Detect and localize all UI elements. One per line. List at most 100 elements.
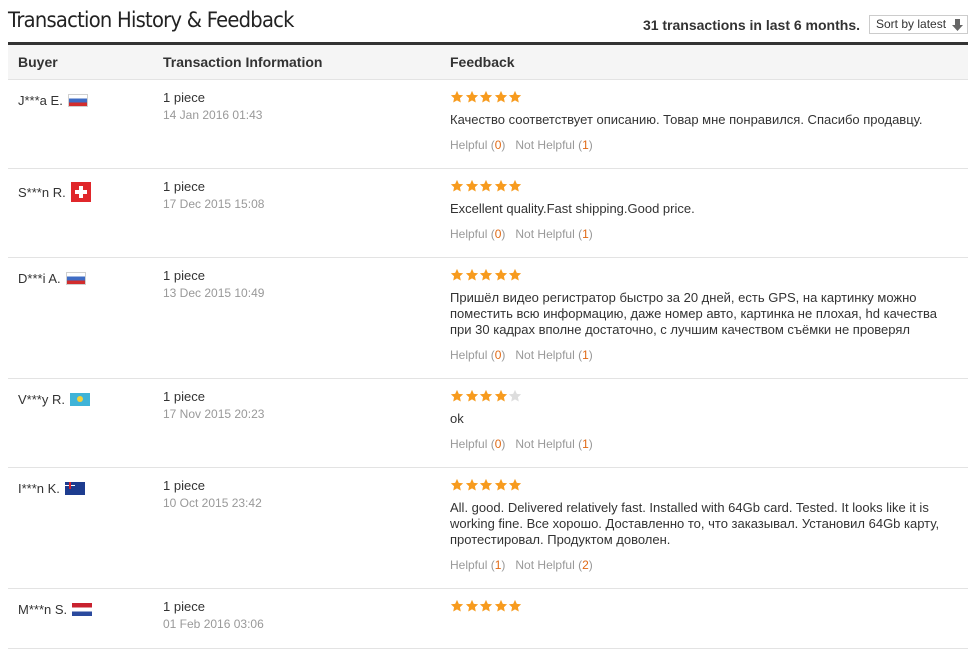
feedback-cell: [450, 599, 960, 615]
not-helpful-count: 1: [582, 348, 589, 362]
star-filled-icon: [509, 90, 522, 103]
helpful-count: 0: [494, 437, 502, 451]
helpful-link[interactable]: Helpful (0): [450, 138, 505, 152]
transaction-info-cell: 1 piece 14 Jan 2016 01:43: [163, 90, 262, 124]
star-filled-icon: [509, 179, 522, 192]
transaction-date: 14 Jan 2016 01:43: [163, 108, 263, 122]
star-filled-icon: [465, 90, 478, 103]
quantity: 1 piece: [163, 599, 205, 614]
buyer-cell: D***i A.: [18, 271, 86, 286]
feedback-votes: Helpful (1) Not Helpful (2): [450, 558, 960, 572]
feedback-votes: Helpful (0) Not Helpful (1): [450, 227, 960, 241]
table-row: S***n R. 1 piece 17 Dec 2015 15:08 Excellen…: [8, 169, 968, 258]
star-rating: [450, 599, 960, 615]
country-flag-icon: [67, 94, 88, 107]
feedback-cell: Пришёл видео регистратор быстро за 20 дн…: [450, 268, 960, 362]
star-filled-icon: [480, 90, 493, 103]
star-filled-icon: [465, 478, 478, 491]
table-row: M***n S. 1 piece 01 Feb 2016 03:06: [8, 589, 968, 649]
feedback-text: All. good. Delivered relatively fast. In…: [450, 500, 940, 547]
feedback-votes: Helpful (0) Not Helpful (1): [450, 437, 960, 451]
buyer-cell: J***a E.: [18, 93, 88, 108]
star-filled-icon: [465, 268, 478, 281]
not-helpful-count: 1: [582, 437, 589, 451]
helpful-link[interactable]: Helpful (1): [450, 558, 505, 572]
star-filled-icon: [480, 389, 493, 402]
table-row: J***a E. 1 piece 14 Jan 2016 01:43 Качество…: [8, 80, 968, 169]
star-filled-icon: [480, 599, 493, 612]
transaction-info-cell: 1 piece 17 Dec 2015 15:08: [163, 179, 264, 213]
transaction-info-cell: 1 piece 01 Feb 2016 03:06: [163, 599, 264, 633]
quantity: 1 piece: [163, 268, 205, 283]
star-filled-icon: [450, 268, 464, 281]
table-header: Buyer Transaction Information Feedback: [8, 45, 968, 80]
not-helpful-count: 1: [582, 138, 589, 152]
star-filled-icon: [494, 268, 507, 281]
column-header-transaction-info: Transaction Information: [163, 54, 323, 70]
star-filled-icon: [494, 90, 507, 103]
buyer-cell: S***n R.: [18, 182, 91, 202]
star-filled-icon: [450, 389, 464, 402]
not-helpful-label: Not Helpful: [515, 138, 575, 152]
not-helpful-label: Not Helpful: [515, 227, 575, 241]
star-filled-icon: [450, 599, 464, 612]
feedback-text: Качество соответствует описанию. Товар м…: [450, 112, 923, 127]
feedback-text: Пришёл видео регистратор быстро за 20 дн…: [450, 290, 937, 337]
quantity: 1 piece: [163, 478, 205, 493]
transaction-date: 01 Feb 2016 03:06: [163, 617, 264, 631]
helpful-label: Helpful: [450, 348, 488, 362]
not-helpful-link[interactable]: Not Helpful (2): [515, 558, 592, 572]
helpful-label: Helpful: [450, 138, 488, 152]
not-helpful-label: Not Helpful: [515, 437, 575, 451]
buyer-cell: I***n K.: [18, 481, 85, 496]
transaction-info-cell: 1 piece 17 Nov 2015 20:23: [163, 389, 264, 423]
buyer-name: I***n K.: [18, 481, 60, 496]
feedback-votes: Helpful (0) Not Helpful (1): [450, 348, 960, 362]
column-header-feedback: Feedback: [450, 54, 515, 70]
helpful-link[interactable]: Helpful (0): [450, 227, 505, 241]
star-filled-icon: [465, 179, 478, 192]
page-header: Transaction History & Feedback 31 transa…: [8, 0, 968, 42]
star-filled-icon: [480, 268, 493, 281]
quantity: 1 piece: [163, 179, 205, 194]
helpful-label: Helpful: [450, 437, 488, 451]
sort-button-label: Sort by latest: [876, 17, 947, 31]
helpful-link[interactable]: Helpful (0): [450, 437, 505, 451]
not-helpful-link[interactable]: Not Helpful (1): [515, 138, 592, 152]
star-filled-icon: [509, 478, 522, 491]
transaction-date: 10 Oct 2015 23:42: [163, 496, 262, 510]
star-filled-icon: [509, 268, 522, 281]
feedback-votes: Helpful (0) Not Helpful (1): [450, 138, 960, 152]
star-filled-icon: [450, 478, 464, 491]
not-helpful-label: Not Helpful: [515, 558, 575, 572]
buyer-name: J***a E.: [18, 93, 63, 108]
country-flag-icon: [70, 182, 91, 202]
arrow-down-icon: [952, 19, 963, 31]
helpful-link[interactable]: Helpful (0): [450, 348, 505, 362]
transaction-date: 13 Dec 2015 10:49: [163, 286, 265, 300]
feedback-list: J***a E. 1 piece 14 Jan 2016 01:43 Качество…: [8, 80, 968, 649]
buyer-cell: V***y R.: [18, 392, 90, 407]
not-helpful-link[interactable]: Not Helpful (1): [515, 348, 592, 362]
not-helpful-count: 2: [582, 558, 589, 572]
buyer-cell: M***n S.: [18, 602, 93, 617]
star-rating: [450, 268, 960, 284]
table-row: V***y R. 1 piece 17 Nov 2015 20:23 ok Helpfu…: [8, 379, 968, 468]
star-filled-icon: [509, 599, 522, 612]
helpful-label: Helpful: [450, 558, 488, 572]
table-row: D***i A. 1 piece 13 Dec 2015 10:49 Пришёл в…: [8, 258, 968, 379]
star-filled-icon: [450, 179, 464, 192]
transaction-info-cell: 1 piece 10 Oct 2015 23:42: [163, 478, 262, 512]
star-filled-icon: [480, 478, 493, 491]
not-helpful-link[interactable]: Not Helpful (1): [515, 227, 592, 241]
star-rating: [450, 179, 960, 195]
quantity: 1 piece: [163, 389, 205, 404]
buyer-name: S***n R.: [18, 184, 66, 200]
sort-button[interactable]: Sort by latest: [869, 15, 968, 34]
page-title: Transaction History & Feedback: [8, 8, 295, 32]
helpful-label: Helpful: [450, 227, 488, 241]
not-helpful-link[interactable]: Not Helpful (1): [515, 437, 592, 451]
transaction-date: 17 Nov 2015 20:23: [163, 407, 265, 421]
star-empty-icon: [509, 389, 522, 402]
feedback-text: Excellent quality.Fast shipping.Good pri…: [450, 201, 695, 216]
